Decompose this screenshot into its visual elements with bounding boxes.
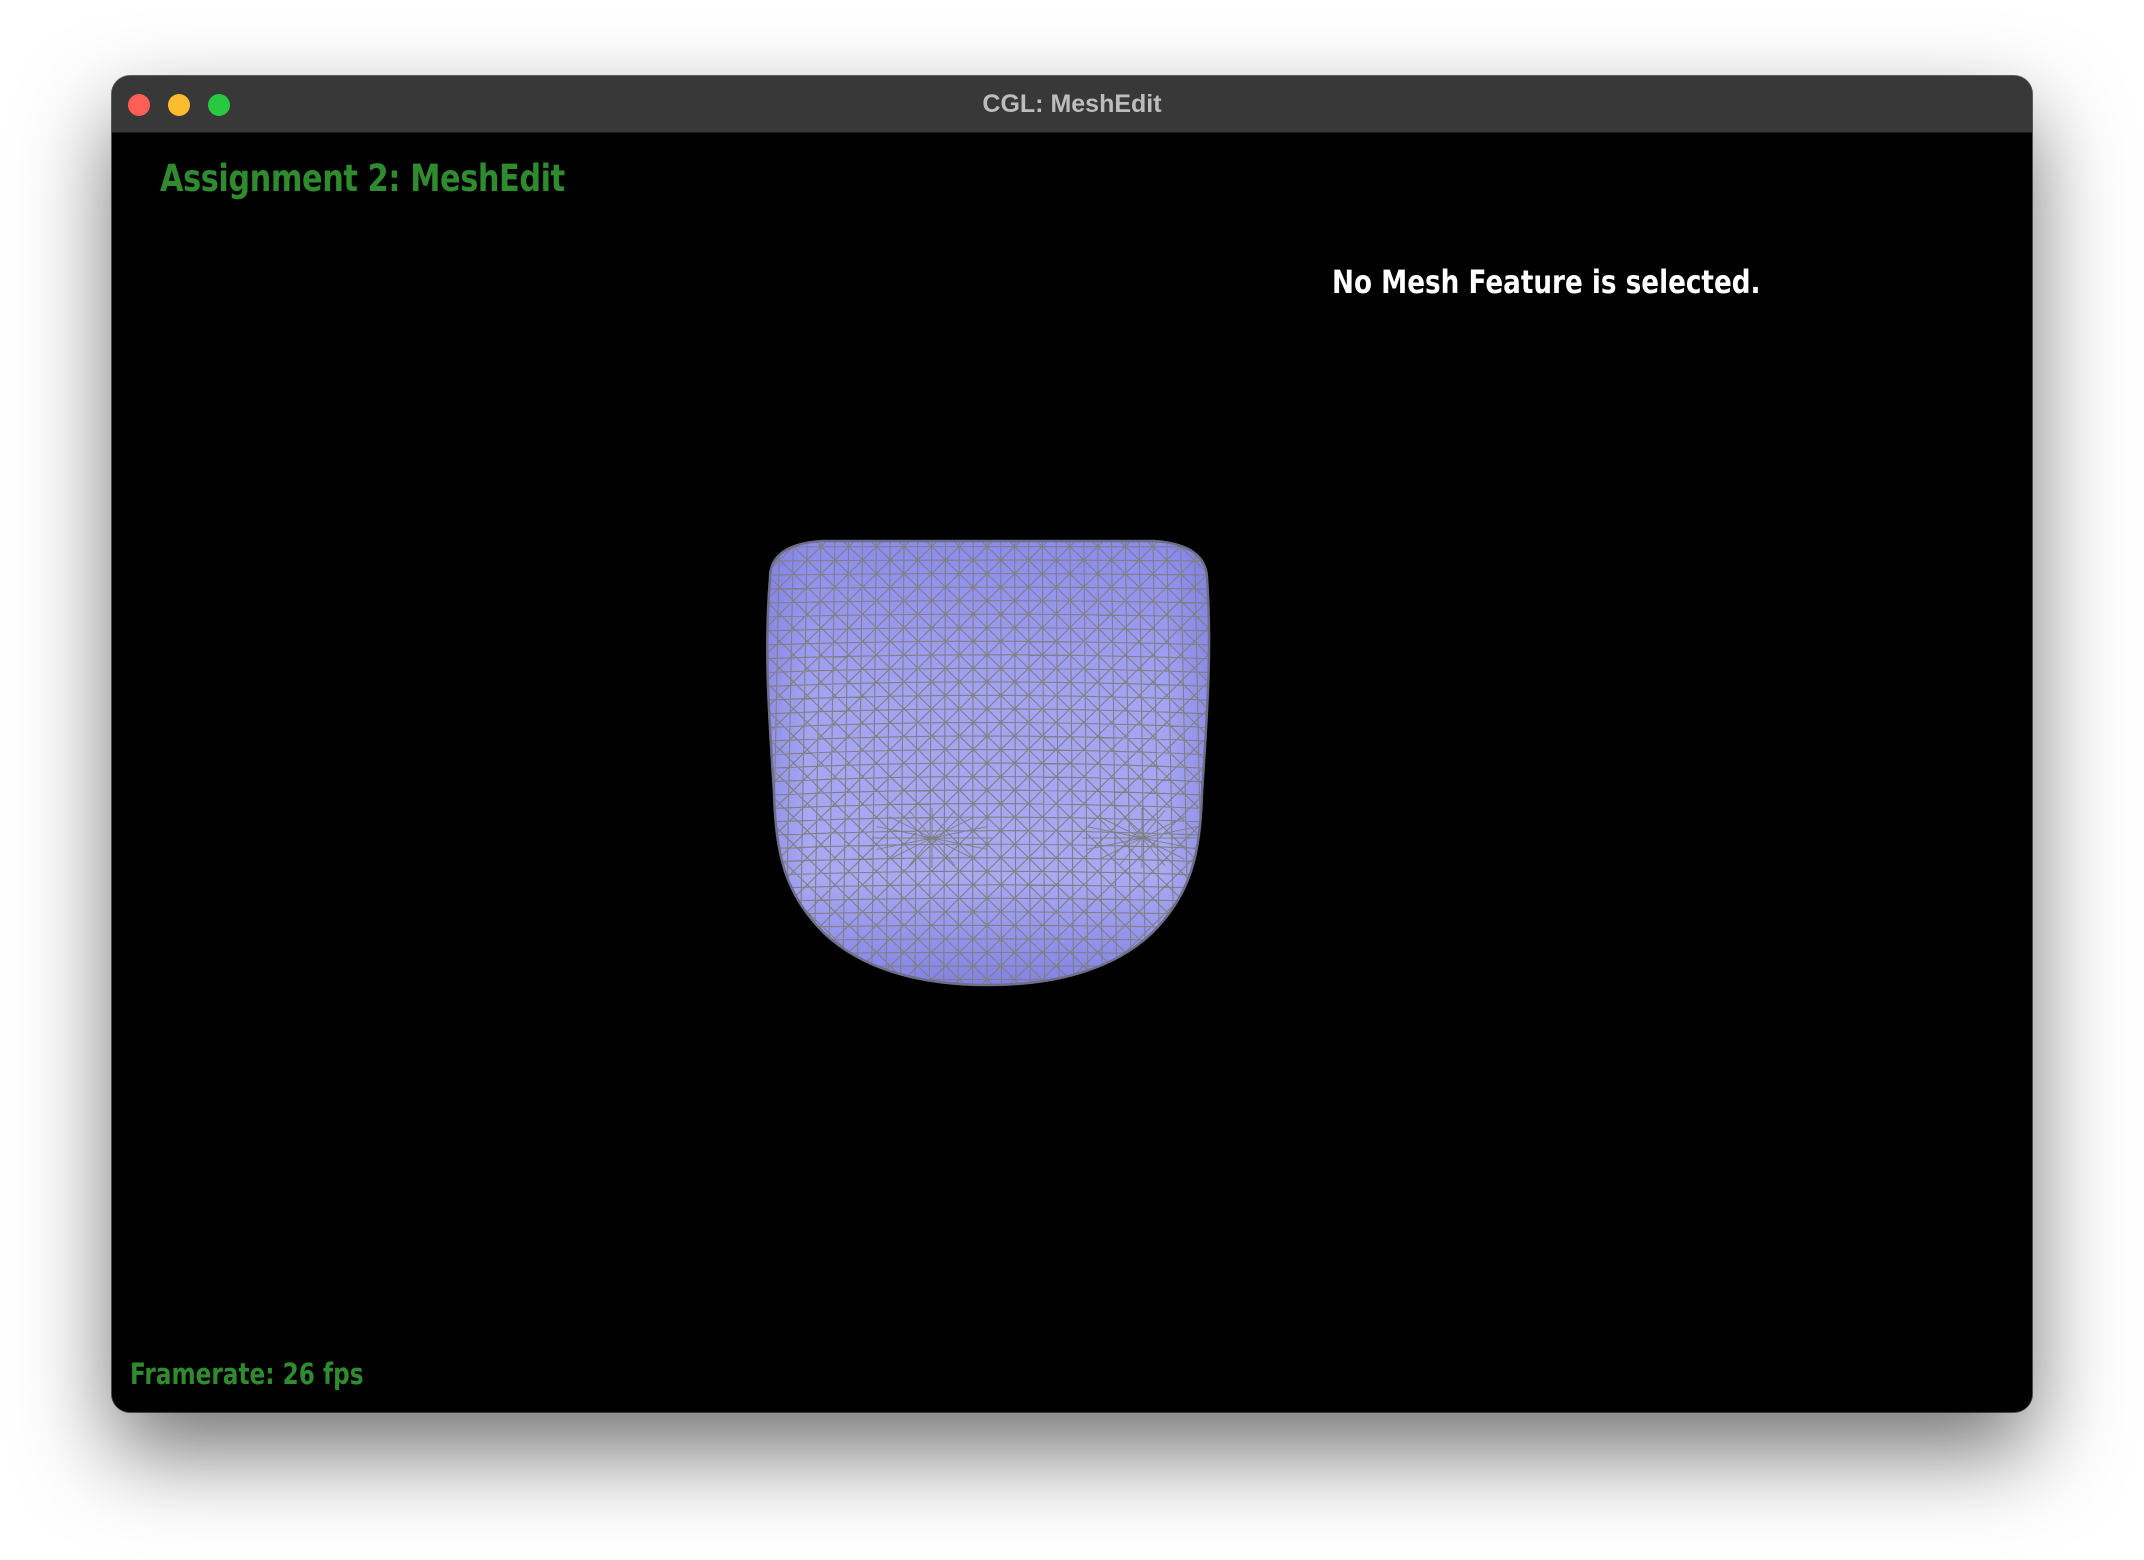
right-vertex-fan	[1082, 808, 1202, 868]
render-viewport[interactable]: Assignment 2: MeshEdit No Mesh Feature i…	[112, 133, 2032, 1412]
framerate-readout: Framerate: 26 fps	[130, 1357, 364, 1391]
left-vertex-fan	[872, 808, 992, 868]
window-title: CGL: MeshEdit	[982, 90, 1162, 118]
selection-status: No Mesh Feature is selected.	[1332, 263, 1761, 301]
assignment-title: Assignment 2: MeshEdit	[160, 157, 565, 200]
app-window: CGL: MeshEdit Assignment 2: MeshEdit No …	[112, 76, 2032, 1412]
title-bar[interactable]: CGL: MeshEdit	[112, 76, 2032, 133]
mesh-render[interactable]	[112, 133, 2032, 1412]
